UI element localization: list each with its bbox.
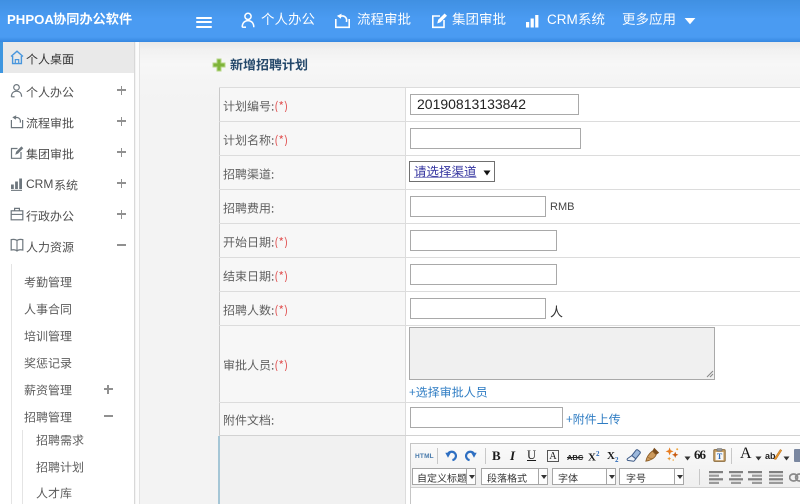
svg-text:T: T (717, 452, 723, 461)
